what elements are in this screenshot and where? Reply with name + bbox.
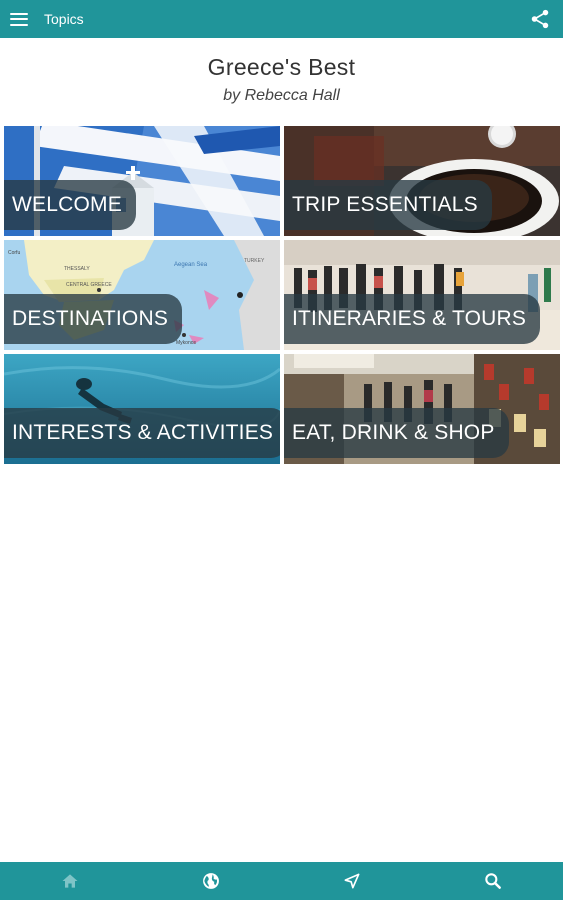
tile-label: TRIP ESSENTIALS: [284, 180, 492, 230]
nav-home[interactable]: [0, 862, 141, 900]
share-icon[interactable]: [529, 8, 551, 30]
tile-label: EAT, DRINK & SHOP: [284, 408, 509, 458]
tile-trip-essentials[interactable]: TRIP ESSENTIALS: [284, 126, 560, 236]
nav-directions[interactable]: [282, 862, 423, 900]
bottom-nav-bar: [0, 862, 563, 900]
nav-search[interactable]: [422, 862, 563, 900]
top-app-bar: Topics: [0, 0, 563, 38]
tile-label: INTERESTS & ACTIVITIES: [4, 408, 280, 458]
menu-button[interactable]: [0, 0, 38, 38]
book-header: Greece's Best by Rebecca Hall: [0, 54, 563, 105]
hamburger-icon: [10, 12, 28, 26]
tile-interests-activities[interactable]: INTERESTS & ACTIVITIES: [4, 354, 280, 464]
book-author: by Rebecca Hall: [223, 87, 340, 104]
map-label-central-greece: CENTRAL GREECE: [66, 282, 112, 288]
navigation-icon: [344, 873, 360, 889]
tile-eat-drink-shop[interactable]: EAT, DRINK & SHOP: [284, 354, 560, 464]
map-label-mykonos: Mykonos: [176, 340, 197, 346]
toolbar-title: Topics: [44, 11, 84, 27]
map-label-thessaly: THESSALY: [64, 266, 90, 272]
map-label-aegean-sea: Aegean Sea: [174, 262, 208, 268]
map-label-turkey: TURKEY: [244, 258, 265, 264]
search-icon: [484, 873, 501, 889]
tile-welcome[interactable]: WELCOME: [4, 126, 280, 236]
tile-label: DESTINATIONS: [4, 294, 183, 344]
book-title: Greece's Best: [207, 54, 356, 80]
tile-destinations[interactable]: THESSALY CENTRAL GREECE Aegean Sea TURKE…: [4, 240, 280, 350]
tile-label: WELCOME: [4, 180, 136, 230]
globe-icon: [203, 873, 220, 889]
tile-itineraries-tours[interactable]: ITINERARIES & TOURS: [284, 240, 560, 350]
home-icon: [62, 874, 78, 888]
tile-label: ITINERARIES & TOURS: [284, 294, 541, 344]
nav-globe[interactable]: [141, 862, 282, 900]
map-label-corfu: Corfu: [8, 250, 20, 256]
